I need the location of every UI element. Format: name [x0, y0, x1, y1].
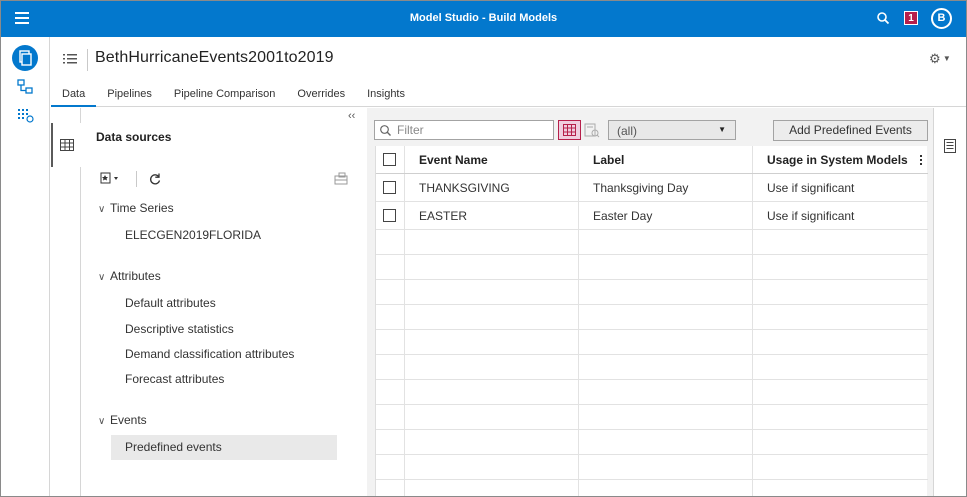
empty-row [376, 280, 928, 305]
project-header: BethHurricaneEvents2001to2019 ⚙ ▼ Data P… [51, 37, 966, 107]
cell-usage[interactable]: Use if significant [753, 174, 928, 201]
toolbar-divider [136, 171, 137, 187]
table-view-toggle[interactable] [558, 120, 581, 140]
detail-view-icon[interactable] [584, 121, 600, 139]
table-icon [60, 139, 74, 151]
column-options-icon[interactable] [920, 155, 923, 165]
chevron-down-icon: ∨ [98, 272, 106, 283]
chevron-down-icon: ∨ [98, 204, 106, 215]
nav-build-models-button[interactable] [12, 45, 38, 71]
column-header-label-text: Usage in System Models [767, 152, 908, 167]
table-row[interactable]: THANKSGIVING Thanksgiving Day Use if sig… [376, 174, 928, 202]
chevron-down-icon: ∨ [98, 416, 106, 427]
tree-item-forecast-attributes[interactable]: Forecast attributes [125, 372, 224, 386]
nav-pipeline-button[interactable] [12, 77, 38, 103]
cell-event-name: THANKSGIVING [405, 174, 579, 201]
left-navigation [1, 37, 50, 496]
column-header-event-name[interactable]: Event Name [405, 146, 579, 173]
empty-row [376, 255, 928, 280]
empty-row [376, 230, 928, 255]
cell-usage[interactable]: Use if significant [753, 202, 928, 229]
row-checkbox[interactable] [383, 209, 396, 222]
filter-input[interactable] [397, 123, 547, 137]
properties-icon[interactable] [944, 139, 956, 153]
tab-bar: Data Pipelines Pipeline Comparison Overr… [51, 87, 416, 107]
select-all-checkbox[interactable] [383, 153, 396, 166]
notification-badge[interactable]: 1 [904, 11, 918, 25]
app-title: Model Studio - Build Models [409, 12, 558, 24]
tree-group-label: Attributes [110, 269, 161, 283]
cell-label: Thanksgiving Day [579, 174, 753, 201]
empty-row [376, 405, 928, 430]
settings-menu-button[interactable]: ⚙ ▼ [929, 51, 951, 67]
data-sources-tab-button[interactable] [51, 123, 82, 167]
grid-icon [563, 124, 576, 136]
events-main-panel: (all) ▼ Add Predefined Events Event Name… [367, 108, 933, 496]
app-bar: Model Studio - Build Models 1 B [1, 1, 966, 37]
data-grid-icon [18, 109, 34, 123]
gear-icon: ⚙ [929, 51, 941, 66]
cell-event-name: EASTER [405, 202, 579, 229]
new-source-menu-button[interactable] [100, 171, 120, 188]
new-item-icon [100, 172, 118, 184]
filter-field[interactable] [374, 120, 554, 140]
event-type-select[interactable]: (all) ▼ [608, 120, 736, 140]
tab-insights[interactable]: Insights [356, 87, 416, 107]
copy-pages-icon [19, 50, 32, 66]
tree-group-attributes[interactable]: ∨ Attributes [98, 269, 161, 283]
column-header-usage[interactable]: Usage in System Models [753, 146, 928, 173]
user-avatar[interactable]: B [931, 8, 952, 29]
refresh-icon[interactable] [148, 172, 162, 186]
chevron-down-icon: ▼ [940, 54, 951, 63]
tree-item-default-attributes[interactable]: Default attributes [125, 296, 216, 310]
tree-item-predefined-events[interactable]: Predefined events [125, 440, 222, 454]
header-divider [87, 49, 88, 71]
data-sources-panel: ‹‹ Data sources ∨ Time Series ELECGEN2019… [82, 108, 366, 496]
row-select-cell [376, 202, 405, 229]
tree-item-descriptive-statistics[interactable]: Descriptive statistics [125, 322, 234, 336]
empty-row [376, 455, 928, 480]
nav-data-button[interactable] [12, 105, 38, 131]
right-panel-strip [933, 108, 966, 496]
tree-group-label: Events [110, 413, 147, 427]
empty-row [376, 355, 928, 380]
data-sources-toolbar [100, 171, 350, 189]
select-value: (all) [617, 124, 637, 138]
tree-item-elecgen2019florida[interactable]: ELECGEN2019FLORIDA [125, 228, 261, 242]
project-title: BethHurricaneEvents2001to2019 [95, 49, 334, 66]
tab-overrides[interactable]: Overrides [286, 87, 356, 107]
row-checkbox[interactable] [383, 181, 396, 194]
empty-row [376, 305, 928, 330]
tab-pipeline-comparison[interactable]: Pipeline Comparison [163, 87, 287, 107]
export-table-icon [334, 172, 348, 185]
empty-row [376, 480, 928, 496]
list-icon[interactable] [63, 53, 77, 65]
add-predefined-events-button[interactable]: Add Predefined Events [773, 120, 928, 141]
empty-row [376, 330, 928, 355]
collapse-panel-button[interactable]: ‹‹ [348, 110, 355, 122]
events-table: Event Name Label Usage in System Models … [375, 146, 928, 496]
empty-row [376, 430, 928, 455]
tab-data[interactable]: Data [51, 87, 97, 107]
table-row[interactable]: EASTER Easter Day Use if significant [376, 202, 928, 230]
select-all-cell [376, 146, 405, 173]
left-panel-tab-strip [51, 108, 82, 496]
table-header-row: Event Name Label Usage in System Models [376, 146, 928, 174]
chevron-down-icon: ▼ [718, 125, 726, 134]
tree-group-label: Time Series [110, 201, 174, 215]
tree-group-time-series[interactable]: ∨ Time Series [98, 201, 174, 215]
tree-item-demand-classification[interactable]: Demand classification attributes [125, 347, 294, 361]
row-select-cell [376, 174, 405, 201]
pipeline-flow-icon [17, 79, 33, 94]
cell-label: Easter Day [579, 202, 753, 229]
search-icon [380, 125, 391, 136]
column-header-label[interactable]: Label [579, 146, 753, 173]
empty-row [376, 380, 928, 405]
data-sources-heading: Data sources [96, 130, 172, 144]
tree-group-events[interactable]: ∨ Events [98, 413, 147, 427]
search-icon[interactable] [876, 11, 890, 25]
tab-pipelines[interactable]: Pipelines [96, 87, 163, 107]
